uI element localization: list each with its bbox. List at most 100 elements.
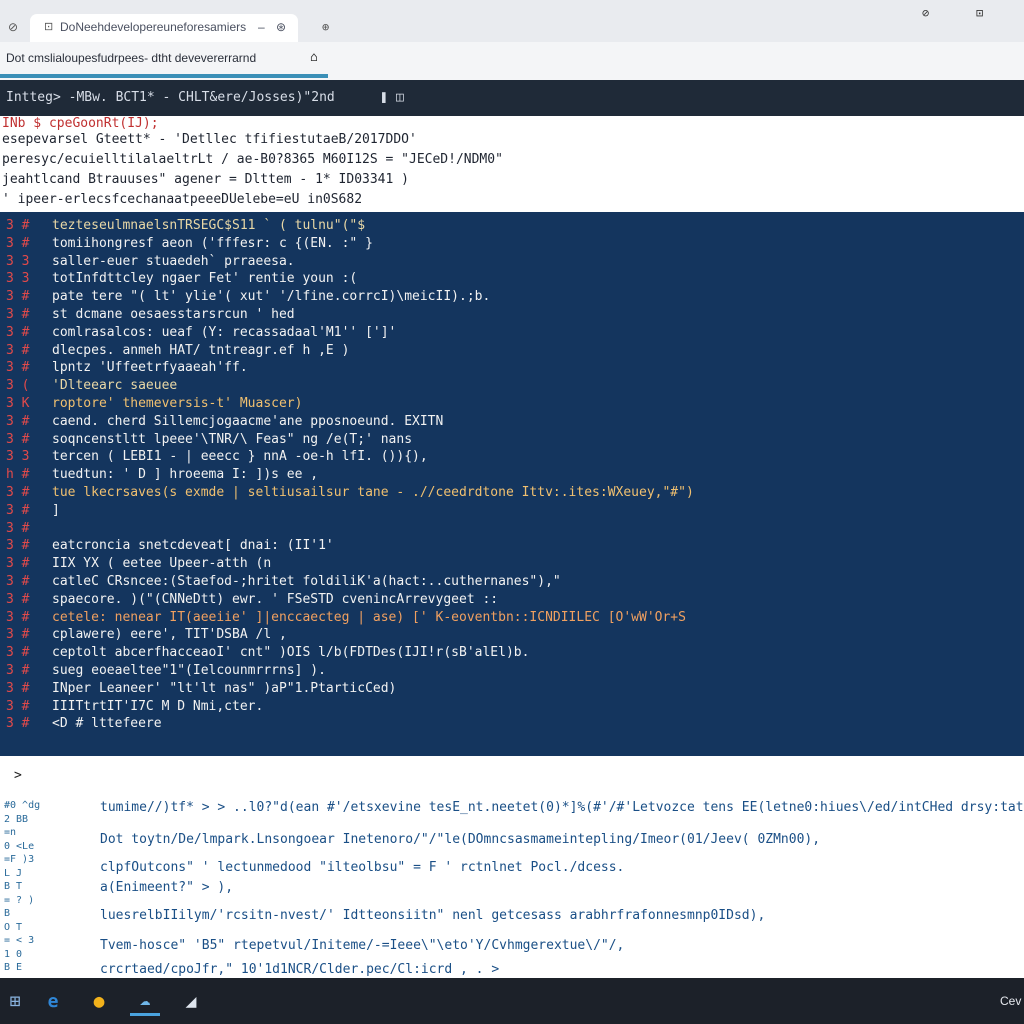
line-gutter-mark: 3 #: [6, 342, 30, 358]
code-line[interactable]: cplawere) eere', TIT'DSBA /l ,: [52, 627, 287, 642]
code-line[interactable]: sueg eoeaeltee"1"(Ielcounmrrrns] ).: [52, 663, 326, 678]
info-panel: INb $ cpeGoonRt(IJ); esepevarsel Gteett*…: [0, 116, 1024, 212]
code-line[interactable]: cetele: nenear IT(aeeiie' ]|enccaecteg |…: [52, 610, 686, 625]
code-line[interactable]: dlecpes. anmeh HAT/ tntreagr.ef h ,E ): [52, 343, 349, 358]
home-icon[interactable]: ⌂: [310, 50, 318, 65]
terminal-app-icon[interactable]: ◢: [176, 986, 206, 1016]
line-gutter-mark: h #: [6, 467, 30, 483]
terminal-gutter-mark: =n: [4, 827, 17, 838]
info-line: esepevarsel Gteett* - 'Detllec tfifiestu…: [2, 132, 417, 147]
tab-title: DoNeehdevelopereuneforesamiers: [60, 20, 247, 34]
terminal-output-line: Tvem-hosce" 'B5" rtepetvul/Initeme/-=Iee…: [100, 938, 625, 953]
terminal-output-line: Dot toytn/De/lmpark.Lnsongoear Inetenoro…: [100, 832, 821, 847]
code-line[interactable]: st dcmane oesaesstarsrcun ' hed: [52, 307, 295, 322]
code-line[interactable]: totInfdttcley ngaer Fet' rentie youn :(: [52, 271, 357, 286]
start-icon[interactable]: ⊞: [0, 986, 30, 1016]
terminal-gutter-mark: B E: [4, 962, 23, 973]
line-gutter-mark: 3 3: [6, 253, 30, 269]
taskbar: ⊞ e ● ☁ ◢ Cev: [0, 978, 1024, 1024]
command-toolbar: Intteg> -MBw. BCT1* - CHLT&ere/Josses)"2…: [0, 80, 1024, 116]
code-line[interactable]: soqncenstltt lpeee'\TNR/\ Feas" ng /e(T;…: [52, 432, 412, 447]
code-line[interactable]: INper Leaneer' "lt'lt nas" )aP"1.Ptartic…: [52, 681, 396, 696]
line-gutter-mark: 3 #: [6, 574, 30, 589]
code-editor[interactable]: 3 # 3 # 3 3 3 3 3 # 3 # 3 # 3 # 3 # 3 ( 3 K 3 # 3 # 3…: [0, 212, 1024, 756]
terminal-panel[interactable]: > #0 ^dg 2 BB =n 0 <Le =F )3 L J B T = ? ) B O T…: [0, 756, 1024, 978]
info-line: peresyc/ecuielltilalaeltrLt / ae-B0?8365…: [2, 152, 503, 167]
code-line[interactable]: saller-euer stuaedeh` prraeesa.: [52, 254, 295, 269]
terminal-gutter-mark: L J: [4, 867, 23, 879]
terminal-gutter-mark: = ? ): [4, 894, 35, 906]
code-line[interactable]: <D # lttefeere: [52, 716, 162, 731]
code-line[interactable]: IIX YX ( eetee Upeer-atth (n: [52, 556, 271, 571]
window-title-bar: ⊘ ⊡ DoNeehdevelopereuneforesamiers – ⊛ ⊕…: [0, 0, 1024, 42]
code-line[interactable]: spaecore. )("(CNNeDtt) ewr. ' FSeSTD cve…: [52, 592, 498, 607]
terminal-gutter-mark: = < 3: [4, 935, 35, 946]
new-tab-icon[interactable]: ⊕: [322, 20, 329, 34]
code-line[interactable]: caend. cherd Sillemcjogaacme'ane pposnoe…: [52, 414, 443, 429]
code-line[interactable]: tomiihongresf aeon ('fffesr: c {(EN. :" …: [52, 236, 373, 251]
code-line[interactable]: IIITtrtIT'I7C M D Nmi,cter.: [52, 699, 263, 714]
line-gutter-mark: 3 #: [6, 218, 30, 233]
tray-text: Cev: [1000, 994, 1022, 1008]
terminal-gutter-mark: B: [4, 908, 11, 919]
toolbar-text: Intteg> -MBw. BCT1* - CHLT&ere/Josses)"2…: [6, 90, 335, 105]
maximize-icon[interactable]: ⊡: [976, 6, 983, 20]
chrome-icon[interactable]: ●: [84, 986, 114, 1016]
edge-icon[interactable]: e: [38, 986, 68, 1016]
line-gutter-mark: 3 #: [6, 360, 30, 376]
line-gutter-mark: 3 #: [6, 591, 30, 607]
code-line[interactable]: tercen ( LEBI1 - | eeecc } nnA -oe-h lfI…: [52, 449, 428, 464]
line-gutter-mark: 3 #: [6, 235, 30, 251]
browser-tab[interactable]: ⊘ ⊡ DoNeehdevelopereuneforesamiers – ⊛: [8, 14, 298, 42]
code-line[interactable]: pate tere "( lt' ylie'( xut' '/lfine.cor…: [52, 289, 490, 304]
tab-back-icon[interactable]: ⊘: [8, 20, 18, 34]
line-gutter-mark: 3 #: [6, 502, 30, 518]
line-gutter-mark: 3 #: [6, 324, 30, 340]
toolbar-copy-icon[interactable]: ◫: [396, 90, 404, 105]
code-line[interactable]: tue lkecrsaves(s exmde | seltiusailsur t…: [52, 485, 694, 500]
terminal-output-line: a(Enimeent?" > ),: [100, 880, 234, 895]
code-line[interactable]: 'Dlteearc saeuee: [52, 378, 177, 393]
line-gutter-mark: 3 #: [6, 520, 30, 536]
terminal-gutter-mark: 0 <Le: [4, 840, 35, 852]
line-gutter-mark: 3 3: [6, 449, 30, 465]
code-line[interactable]: comlrasalcos: ueaf (Y: recassadaal'M1'' …: [52, 325, 396, 340]
code-line[interactable]: lpntz 'Uffeetrfyaaeah'ff.: [52, 360, 248, 375]
line-gutter-mark: 3 (: [6, 378, 30, 394]
terminal-gutter-mark: =F )3: [4, 854, 35, 865]
code-line[interactable]: tezteseulmnaelsnTRSEGC$S11 ` ( tulnu"("$: [52, 218, 365, 233]
tab-close-icon[interactable]: –: [258, 20, 265, 34]
code-line[interactable]: eatcroncia snetcdeveat[ dnai: (II'1': [52, 538, 334, 553]
terminal-output-line: tumime//)tf* > > ..l0?"d(ean #'/etsxevin…: [100, 800, 1024, 815]
code-line[interactable]: ]: [52, 503, 60, 518]
line-gutter-mark: 3 #: [6, 680, 30, 696]
terminal-gutter-mark: B T: [4, 881, 23, 892]
code-line[interactable]: ceptolt abcerfhacceaoI' cnt" )OIS l/b(FD…: [52, 645, 529, 660]
line-gutter-mark: 3 #: [6, 556, 30, 572]
terminal-output-line: luesrelbIIilym/'rcsitn-nvest/' Idtteonsi…: [100, 908, 766, 923]
line-gutter-mark: 3 K: [6, 396, 30, 411]
code-line[interactable]: catleC CRsncee:(Staefod-;hritet foldiliK…: [52, 574, 561, 589]
line-gutter-mark: 3 #: [6, 663, 30, 678]
toolbar-cursor-icon[interactable]: ❚: [380, 90, 388, 105]
line-gutter-mark: 3 #: [6, 413, 30, 429]
tab-settings-icon[interactable]: ⊛: [276, 20, 286, 34]
line-gutter-mark: 3 #: [6, 289, 30, 305]
line-gutter-mark: 3 #: [6, 609, 30, 625]
tab-favicon: ⊡: [44, 21, 54, 33]
app-active-icon[interactable]: ☁: [130, 986, 160, 1016]
info-line: INb $ cpeGoonRt(IJ);: [2, 116, 159, 131]
line-gutter-mark: 3 #: [6, 645, 30, 661]
load-progress-bar: [0, 74, 328, 78]
code-line[interactable]: roptore' themeversis-t' Muascer): [52, 396, 302, 411]
terminal-output-line: crcrtaed/cpoJfr," 10'1d1NCR/Clder.pec/Cl…: [100, 962, 500, 977]
line-gutter-mark: 3 #: [6, 485, 30, 500]
page-title: Dot cmslialoupesfudrpees- dtht deveverer…: [6, 51, 257, 65]
line-gutter-mark: 3 #: [6, 716, 30, 732]
code-line[interactable]: tuedtun: ' D ] hroeema I: ])s ee ,: [52, 467, 318, 482]
line-gutter-mark: 3 #: [6, 698, 30, 714]
terminal-gutter-mark: #0 ^dg: [4, 800, 41, 811]
minimize-icon[interactable]: ⊘: [922, 6, 929, 20]
terminal-gutter-mark: 1 0: [4, 948, 23, 960]
terminal-gutter-mark: 2 BB: [4, 813, 29, 825]
